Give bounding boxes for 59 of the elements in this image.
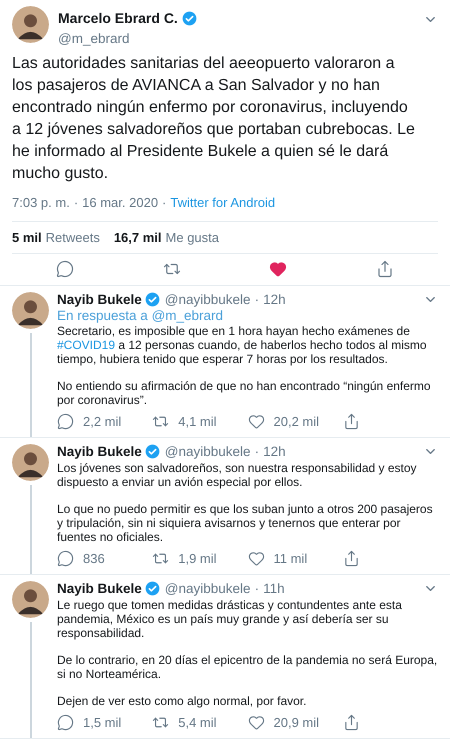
action-count: 1,9 mil — [178, 550, 217, 568]
tweet-date: 16 mar. 2020 — [82, 194, 158, 212]
heart-icon[interactable] — [269, 260, 288, 278]
separator: · — [254, 444, 260, 460]
share-icon[interactable] — [342, 413, 360, 430]
action-count: 4,1 mil — [178, 413, 217, 431]
heart-icon[interactable] — [248, 550, 264, 568]
avatar[interactable] — [12, 6, 49, 43]
separator: · — [254, 292, 260, 308]
action-count: 5,4 mil — [178, 714, 217, 732]
tweet-text: De lo contrario, en 20 días el epicentro de la pandemia no será Europa, si no Norteamérica. — [57, 652, 438, 681]
heart-icon[interactable] — [248, 413, 264, 430]
tweet-age: 12h — [263, 444, 286, 460]
tweet-text: Las autoridades sanitarias del aeeopuerto valoraron a los pasajeros de AVIANCA a San Salvador y no han encontrado ningún enfermo por coronavirus, incluyendo a 12 jóvenes salvadoreños que portaban cubrebocas. Le he informado al Presidente Bukele a quien sé le dará mucho gusto. — [12, 54, 416, 184]
heart-icon[interactable] — [248, 714, 264, 732]
avatar[interactable] — [12, 580, 49, 618]
author-handle[interactable]: @nayibbukele — [164, 580, 251, 597]
tweet-text: Los jóvenes son salvadoreños, son nuestra responsabilidad y estoy dispuesto a enviar un avión especial por ellos. — [57, 460, 418, 489]
hashtag-link[interactable]: #COVID19 — [57, 338, 116, 352]
retweets-label[interactable]: Retweets — [46, 228, 100, 247]
likes-label[interactable]: Me gusta — [166, 228, 220, 247]
action-count: 836 — [83, 550, 105, 568]
avatar[interactable] — [12, 444, 49, 481]
author-name[interactable]: Nayib Bukele — [57, 580, 142, 597]
author-name[interactable]: Nayib Bukele — [57, 444, 142, 460]
separator: · — [162, 194, 166, 212]
retweets-count[interactable]: 5 mil — [12, 228, 42, 247]
tweet-text: Secretario, es imposible que en 1 hora hayan hecho exámenes de #COVID19 a 12 personas cuando, de haberlos hecho todos al mismo tiempo, hubiera tenido que esperar 7 horas por los resultados. — [57, 324, 428, 366]
author-name[interactable]: Marcelo Ebrard C. — [58, 8, 178, 29]
tweet-time: 7:03 p. m. — [12, 194, 70, 212]
author-handle[interactable]: @m_ebrard — [58, 29, 197, 50]
action-count: 2,2 mil — [83, 413, 122, 431]
mention-link[interactable]: @m_ebrard — [152, 308, 224, 323]
tweet-age: 12h — [263, 292, 286, 308]
action-count: 1,5 mil — [83, 714, 122, 732]
share-icon[interactable] — [376, 260, 394, 278]
author-handle[interactable]: @nayibbukele — [164, 444, 251, 460]
tweet-text: No entiendo su afirmación de que no han encontrado “ningún enfermo por coronavirus”. — [57, 378, 432, 407]
tweet-text: Lo que no puedo permitir es que los suban junto a otros 200 pasajeros y tripulación, sin ni siquiera avisarnos y tenernos que enterar por fuentes no oficiales. — [57, 502, 434, 544]
action-count: 11 mil — [274, 550, 308, 568]
avatar[interactable] — [12, 292, 49, 329]
source-link[interactable]: Twitter for Android — [170, 193, 276, 213]
reply-icon[interactable] — [57, 550, 74, 568]
reply-icon[interactable] — [57, 714, 74, 732]
author-handle[interactable]: @nayibbukele — [164, 292, 251, 308]
tweet-age: 11h — [263, 580, 285, 597]
action-count: 20,2 mil — [274, 413, 320, 431]
tweet-text: Le ruego que tomen medidas drásticas y contundentes ante esta pandemia, México es un país muy grande y así debería ser su responsabilidad. — [57, 598, 403, 640]
reply-icon[interactable] — [56, 260, 74, 278]
separator: · — [254, 580, 260, 597]
author-name[interactable]: Nayib Bukele — [57, 292, 142, 308]
action-count: 20,9 mil — [274, 714, 320, 732]
separator: · — [74, 194, 78, 212]
tweet-text: Dejen de ver esto como algo normal, por favor. — [57, 694, 308, 708]
likes-count[interactable]: 16,7 mil — [114, 228, 162, 247]
reply-icon[interactable] — [57, 413, 74, 430]
reply-context: En respuesta a @m_ebrard — [57, 308, 224, 323]
share-icon[interactable] — [342, 550, 360, 568]
share-icon[interactable] — [342, 714, 360, 732]
